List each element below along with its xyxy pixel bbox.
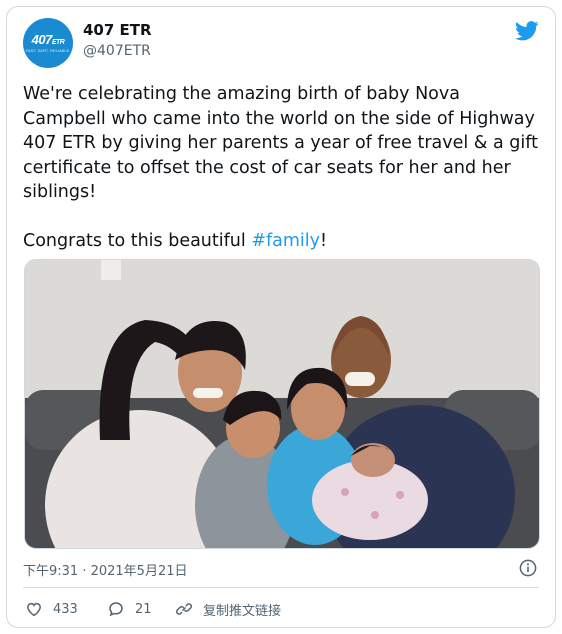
hashtag-link[interactable]: #family (251, 231, 320, 251)
user-handle[interactable]: @407ETR (83, 43, 151, 59)
tweet-text: We're celebrating the amazing birth of b… (23, 82, 545, 254)
tweet-card[interactable]: 407ETR FAST. SAFE. RELIABLE. 407 ETR @40… (6, 6, 556, 628)
copy-link-label: 复制推文链接 (203, 603, 282, 619)
avatar-tagline: FAST. SAFE. RELIABLE. (25, 48, 71, 53)
link-icon (176, 603, 192, 615)
reply-count: 21 (135, 601, 152, 617)
avatar-logo-text: 407ETR (31, 32, 65, 47)
heart-icon (27, 602, 41, 617)
avatar[interactable]: 407ETR FAST. SAFE. RELIABLE. (23, 18, 73, 68)
reply-bubble-icon (109, 602, 123, 617)
twitter-bird-icon[interactable] (515, 21, 539, 41)
info-icon[interactable] (519, 559, 537, 577)
tweet-end: ! (320, 231, 328, 251)
tweet-timestamp[interactable]: 下午9:31 · 2021年5月21日 (23, 560, 188, 579)
family-photo-image (25, 260, 539, 548)
display-name[interactable]: 407 ETR (83, 21, 152, 39)
like-button[interactable]: 433 (25, 598, 78, 620)
tweet-body: We're celebrating the amazing birth of b… (23, 84, 538, 251)
like-count: 433 (53, 601, 78, 617)
tweet-photo[interactable] (24, 259, 540, 549)
divider (23, 587, 539, 588)
reply-button[interactable]: 21 (107, 598, 152, 620)
copy-link-button[interactable]: 复制推文链接 (175, 598, 281, 620)
